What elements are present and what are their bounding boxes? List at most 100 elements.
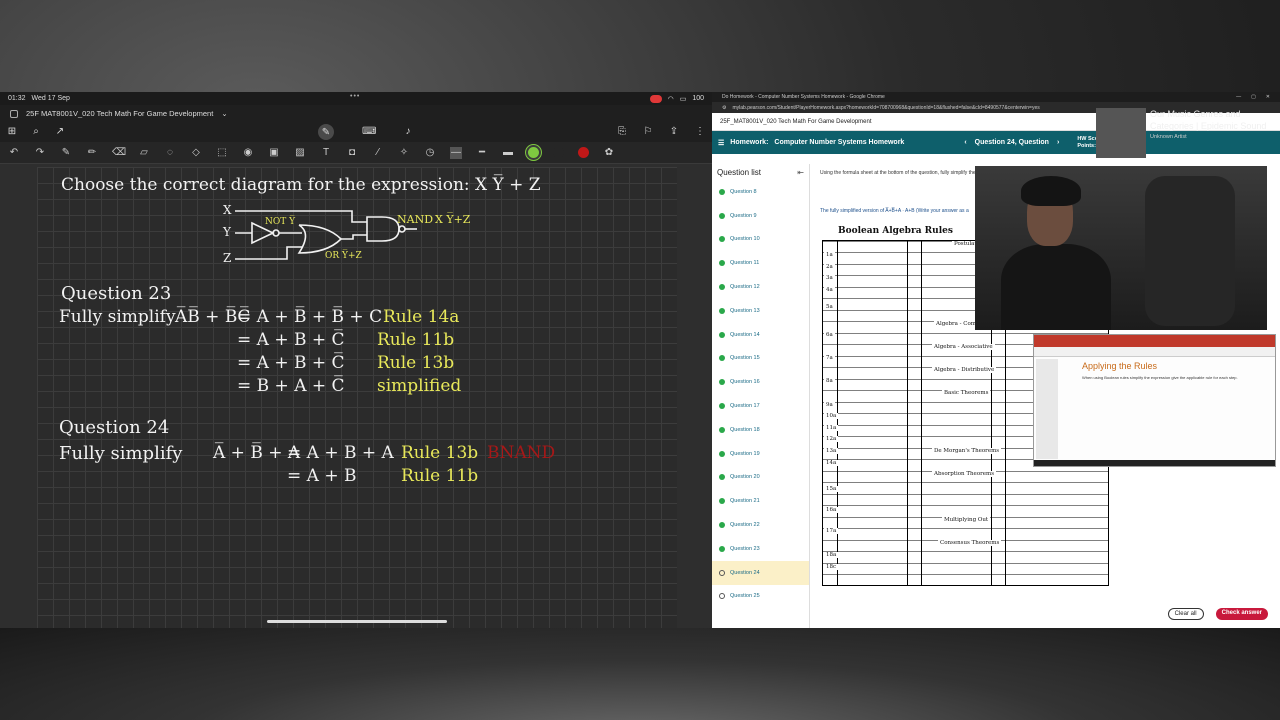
open-circle-icon (719, 593, 725, 600)
color-swatch-green[interactable] (528, 147, 539, 158)
drawing-toolbar: ↶ ↷ ✎ ✏ ⌫ ▱ ◌ ◇ ⬚ ◉ ▣ ▨ T ◘ ⁄ ✧ ◷ — ━ ▬ … (0, 142, 712, 164)
page-scroll-indicator[interactable] (267, 620, 447, 623)
sidebar-toggle-icon[interactable] (10, 109, 18, 118)
question-item[interactable]: Question 20 (712, 466, 809, 490)
question-item[interactable]: Question 15 (712, 347, 809, 371)
rule-id: 13a (824, 448, 839, 454)
color-swatch-dark[interactable] (553, 147, 564, 158)
thin-stroke-icon[interactable]: — (450, 146, 462, 159)
menu-icon[interactable]: ☰ (718, 139, 724, 147)
magic-wand-icon[interactable]: ✧ (398, 147, 410, 159)
check-icon (719, 307, 725, 314)
multitask-dots-icon[interactable]: ••• (350, 93, 360, 100)
laser-pointer-icon[interactable]: ⁄ (372, 147, 384, 159)
share-icon[interactable]: ⇪ (668, 126, 680, 138)
question-item[interactable]: Question 21 (712, 489, 809, 513)
question-item[interactable]: Question 13 (712, 299, 809, 323)
question-item[interactable]: Question 18 (712, 418, 809, 442)
sticker-icon[interactable]: ▣ (268, 147, 280, 159)
question-item-label: Question 18 (730, 426, 760, 433)
music-artist: Unknown Artist (1150, 134, 1187, 140)
question-item[interactable]: Question 25 (712, 585, 809, 609)
thick-stroke-icon[interactable]: ▬ (502, 147, 514, 159)
check-icon (719, 236, 725, 243)
search-icon[interactable]: ⌕ (30, 126, 42, 138)
next-question-icon[interactable]: › (1057, 139, 1059, 146)
question-item[interactable]: Question 9 (712, 204, 809, 228)
collapse-list-icon[interactable]: ⇤ (797, 168, 804, 177)
question-item[interactable]: Question 23 (712, 537, 809, 561)
grid-col-line (921, 241, 922, 585)
text-tool-icon[interactable]: T (320, 147, 332, 159)
check-icon (719, 450, 725, 457)
pen-mode-icon[interactable]: ✎ (318, 124, 334, 140)
q23-prompt: Fully simplify (59, 307, 176, 327)
question-nav-label[interactable]: Question 24, Question (975, 139, 1049, 146)
eye-icon[interactable]: ◉ (242, 147, 254, 159)
chevron-down-icon[interactable]: ⌄ (221, 109, 227, 118)
highlighter-tool-icon[interactable]: ▱ (138, 147, 150, 159)
color-picker-icon[interactable]: ✿ (603, 147, 615, 159)
site-info-icon[interactable]: ⚙ (722, 105, 726, 111)
microphone-icon[interactable]: ♪ (402, 126, 414, 138)
question-item[interactable]: Question 10 (712, 228, 809, 252)
url-text[interactable]: mylab.pearson.com/Student/PlayerHomework… (732, 105, 1039, 111)
chair-shape (1145, 176, 1235, 326)
webcam-overlay (975, 166, 1267, 330)
grid-view-icon[interactable]: ⊞ (6, 126, 18, 138)
minimize-icon[interactable]: — (1236, 94, 1241, 100)
answer-buttons: Clear all Check answer (1167, 608, 1268, 620)
question-item[interactable]: Question 17 (712, 394, 809, 418)
rule-section: Algebra - Distributive (932, 367, 997, 373)
more-icon[interactable]: ⋮ (694, 126, 706, 138)
check-icon (719, 403, 725, 410)
question-item[interactable]: Question 8 (712, 180, 809, 204)
prev-question-icon[interactable]: ‹ (964, 139, 966, 146)
question-item-label: Question 17 (730, 403, 760, 410)
question-item[interactable]: Question 19 (712, 442, 809, 466)
rule-id: 5a (824, 304, 835, 310)
rule-section: Multiplying Out (942, 517, 991, 523)
clear-all-button[interactable]: Clear all (1167, 608, 1204, 620)
pen-tool-icon[interactable]: ✎ (60, 147, 72, 159)
note-canvas[interactable]: Choose the correct diagram for the expre… (37, 167, 677, 628)
export-icon[interactable]: ⎘ (616, 126, 628, 138)
lasso-tool-icon[interactable]: ◌ (164, 147, 176, 159)
maximize-icon[interactable]: ▢ (1251, 94, 1256, 100)
check-icon (719, 260, 725, 267)
redo-icon[interactable]: ↷ (34, 147, 46, 159)
color-swatch-red[interactable] (578, 147, 589, 158)
camera-icon[interactable]: ◘ (346, 147, 358, 159)
q23-line-2-eq: = A + B + C̅ (237, 330, 345, 350)
keyboard-icon[interactable]: ⌨ (362, 126, 376, 138)
status-time: 01:32 (8, 95, 26, 102)
rule-id: 2a (824, 264, 835, 270)
document-title[interactable]: 25F MAT8001V_020 Tech Math For Game Deve… (26, 109, 213, 118)
timer-icon[interactable]: ◷ (424, 147, 436, 159)
close-icon[interactable]: ✕ (1266, 94, 1270, 100)
question-item[interactable]: Question 12 (712, 275, 809, 299)
status-date: Wed 17 Sep (31, 95, 70, 102)
pencil-tool-icon[interactable]: ✏ (86, 147, 98, 159)
eraser-tool-icon[interactable]: ⌫ (112, 147, 126, 159)
question-item[interactable]: Question 14 (712, 323, 809, 347)
check-answer-button[interactable]: Check answer (1215, 608, 1268, 620)
shapes-tool-icon[interactable]: ◇ (190, 147, 202, 159)
window-title: Do Homework - Computer Number Systems Ho… (722, 94, 885, 100)
question-item-label: Question 13 (730, 307, 760, 314)
selection-tool-icon[interactable]: ⬚ (216, 147, 228, 159)
question-item[interactable]: Question 22 (712, 513, 809, 537)
q24-title: Question 24 (59, 417, 170, 438)
question-item[interactable]: Question 16 (712, 370, 809, 394)
bookmark-icon[interactable]: ⚐ (642, 126, 654, 138)
question-item[interactable]: Question 11 (712, 251, 809, 275)
check-icon (719, 355, 725, 362)
rule-section: Absorption Theorems (932, 471, 997, 477)
rule-id: 9a (824, 402, 835, 408)
share-link-icon[interactable]: ↗ (54, 126, 66, 138)
question-item-label: Question 19 (730, 450, 760, 457)
undo-icon[interactable]: ↶ (8, 147, 20, 159)
medium-stroke-icon[interactable]: ━ (476, 147, 488, 159)
image-icon[interactable]: ▨ (294, 147, 306, 159)
question-item-active[interactable]: Question 24 (712, 560, 809, 585)
